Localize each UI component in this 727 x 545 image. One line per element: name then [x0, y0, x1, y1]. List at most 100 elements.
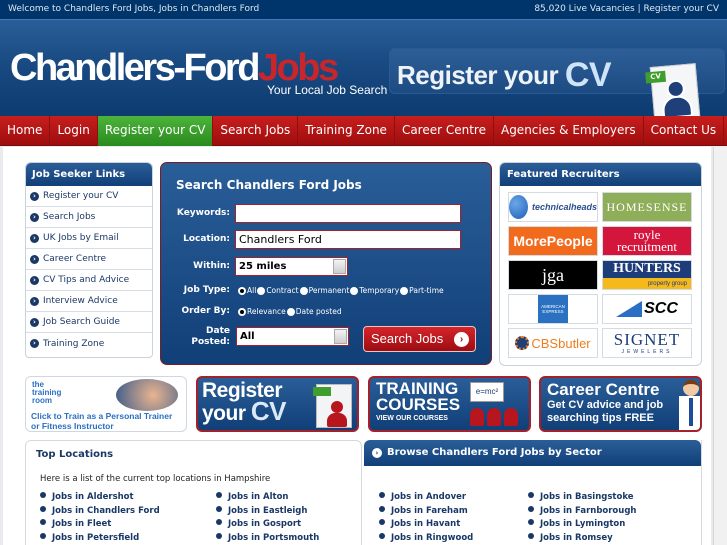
recruiter-logo-royle[interactable]: royle recruitment [602, 226, 692, 256]
live-vacancies-count: 85,020 Live Vacancies [534, 4, 635, 14]
recruiter-logo-morepeople[interactable]: MorePeople [508, 226, 598, 256]
nav-login[interactable]: Login [50, 116, 98, 146]
arrow-right-icon: › [30, 339, 39, 348]
radio-label: Part-time [409, 286, 444, 295]
arrow-right-icon: › [454, 332, 469, 347]
location-link[interactable]: Jobs in Chandlers Ford [40, 506, 160, 516]
cv-document-icon [313, 384, 352, 428]
within-select[interactable]: 25 miles [235, 257, 348, 276]
location-link[interactable]: Jobs in Lymington [528, 519, 625, 529]
featured-recruiters-title: Featured Recruiters [500, 163, 701, 186]
recruiter-logo-amex[interactable]: AMERICAN EXPRESS [508, 294, 598, 324]
nav-training-zone[interactable]: Training Zone [298, 116, 395, 146]
sidebar-item-career-centre[interactable]: › Career Centre [26, 249, 152, 270]
nav-search-jobs[interactable]: Search Jobs [213, 116, 299, 146]
banner-text: Register your [397, 60, 559, 90]
promo-your-text: your [202, 402, 246, 425]
date-posted-select[interactable]: All [236, 327, 349, 346]
job-seeker-links: Job Seeker Links › Register your CV › Sear… [25, 162, 153, 358]
radio-order-date-posted[interactable] [286, 307, 295, 316]
logo-text: AMERICAN EXPRESS [538, 295, 568, 323]
training-room-banner[interactable]: the training room Click to Train as a Pe… [25, 376, 187, 432]
recruiter-logo-technicalheads[interactable]: technicalheads [508, 192, 598, 222]
location-link[interactable]: Jobs in Basingstoke [528, 492, 634, 502]
sidebar-item-search-jobs[interactable]: › Search Jobs [26, 207, 152, 228]
radio-job-type-contract[interactable] [257, 286, 266, 295]
date-posted-label-line2: Posted: [191, 337, 230, 347]
recruiter-logo-jga[interactable]: jga [508, 260, 598, 290]
arrow-right-icon: › [30, 296, 39, 306]
search-jobs-button[interactable]: Search Jobs › [363, 326, 476, 352]
dropdown-arrow-icon [333, 259, 346, 274]
job-seeker-links-title: Job Seeker Links [26, 163, 152, 186]
nav-contact-us[interactable]: Contact Us [644, 116, 725, 146]
location-label: Location: [183, 234, 230, 244]
logo-text: SIGNET [613, 330, 681, 349]
register-cv-top-link[interactable]: Register your CV [644, 4, 719, 14]
promo-cv-text: CV [250, 396, 287, 426]
logo-text: SCC [644, 300, 678, 317]
recruiter-logo-signet[interactable]: SIGNET JEWELERS [602, 328, 692, 358]
separator: | [637, 4, 641, 14]
radio-job-type-temporary[interactable] [350, 286, 359, 295]
sidebar-item-uk-jobs-email[interactable]: › UK Jobs by Email [26, 228, 152, 249]
sidebar-item-register-cv[interactable]: › Register your CV [26, 186, 152, 207]
within-select-value: 25 miles [239, 261, 287, 272]
location-link[interactable]: Jobs in Eastleigh [216, 506, 307, 516]
location-link[interactable]: Jobs in Fareham [379, 506, 468, 516]
location-link[interactable]: Jobs in Fleet [40, 519, 111, 529]
radio-label: Relevance [247, 307, 286, 316]
nav-career-centre[interactable]: Career Centre [395, 116, 494, 146]
sidebar-item-label: Interview Advice [43, 296, 118, 306]
recruiter-logo-cbsbutler[interactable]: CBSbutler [508, 328, 598, 358]
location-link[interactable]: Jobs in Andover [379, 492, 466, 502]
sector-panel-header[interactable]: › Browse Chandlers Ford Jobs by Sector [364, 440, 701, 466]
site-logo[interactable]: Chandlers-FordJobs [10, 48, 339, 88]
sidebar-item-training-zone[interactable]: › Training Zone [26, 333, 152, 354]
recruiter-logo-homesense[interactable]: HomeSense [602, 192, 692, 222]
location-link[interactable]: Jobs in Farnborough [528, 506, 636, 516]
location-link[interactable]: Jobs in Ringwood [379, 533, 473, 543]
sidebar-item-label: Search Jobs [43, 212, 96, 222]
sidebar-item-cv-tips[interactable]: › CV Tips and Advice [26, 270, 152, 291]
recruiter-logo-hunters[interactable]: HUNTERS property group [602, 260, 692, 290]
radio-job-type-all[interactable] [238, 286, 246, 295]
nav-home[interactable]: Home [0, 116, 51, 146]
sidebar-item-label: Career Centre [43, 254, 107, 264]
date-posted-select-value: All [240, 331, 255, 342]
cv-tag: CV [645, 70, 667, 84]
keywords-input[interactable] [235, 204, 461, 223]
site-header: Chandlers-FordJobs Your Local Job Search… [0, 19, 727, 121]
sidebar-item-job-search-guide[interactable]: › Job Search Guide [26, 312, 152, 333]
radio-label: All [247, 286, 257, 295]
location-link[interactable]: Jobs in Gosport [216, 519, 301, 529]
location-link[interactable]: Jobs in Havant [379, 519, 460, 529]
location-link[interactable]: Jobs in Portsmouth [216, 533, 319, 543]
location-link[interactable]: Jobs in Alton [216, 492, 288, 502]
order-by-label: Order By: [181, 306, 230, 316]
location-link[interactable]: Jobs in Romsey [528, 533, 613, 543]
courses-text-3: VIEW OUR COURSES [376, 415, 448, 422]
technicalheads-globe-icon [509, 195, 528, 219]
location-input[interactable]: Chandlers Ford [235, 230, 461, 249]
top-locations-title: Top Locations [36, 449, 114, 460]
recruiter-logo-scc[interactable]: SCC [602, 294, 692, 324]
training-courses-promo[interactable]: TRAINING COURSES VIEW OUR COURSES e=mc² [368, 376, 531, 432]
students-icon [470, 408, 520, 428]
logo-text: HUNTERS [613, 261, 681, 276]
radio-order-relevance[interactable] [238, 307, 246, 316]
logo-text: MorePeople [513, 233, 593, 249]
location-link[interactable]: Jobs in Petersfield [40, 533, 139, 543]
radio-job-type-part-time[interactable] [400, 286, 409, 295]
date-posted-label-line1: Date [206, 326, 230, 336]
radio-job-type-permanent[interactable] [299, 286, 308, 295]
career-centre-promo[interactable]: Career Centre Get CV advice and job sear… [539, 376, 702, 432]
nav-agencies-employers[interactable]: Agencies & Employers [494, 116, 644, 146]
location-link[interactable]: Jobs in Aldershot [40, 492, 134, 502]
sidebar-item-interview-advice[interactable]: › Interview Advice [26, 291, 152, 312]
top-locations-intro: Here is a list of the current top locati… [40, 474, 271, 484]
scrollbar[interactable] [713, 147, 727, 545]
nav-register-cv[interactable]: Register your CV [97, 116, 214, 146]
register-cv-promo[interactable]: Register your CV [196, 376, 359, 432]
within-label: Within: [193, 261, 230, 271]
